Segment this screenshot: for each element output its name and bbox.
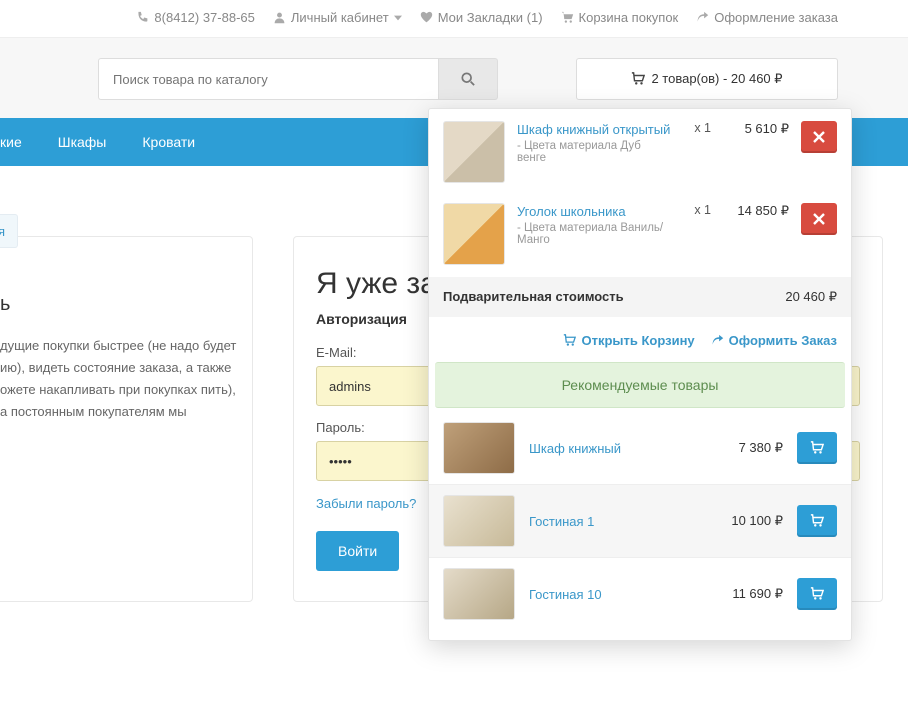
recommended-list: Шкаф книжный 7 380 ₽ Гостиная 1 10 100 ₽… xyxy=(429,412,851,640)
nav-item-shkafy[interactable]: Шкафы xyxy=(40,134,125,150)
share-icon xyxy=(696,11,709,24)
topbar-checkout-label: Оформление заказа xyxy=(714,10,838,25)
cart-item-thumb[interactable] xyxy=(443,203,505,265)
topbar-account-label: Личный кабинет xyxy=(291,10,389,25)
checkout-label: Оформить Заказ xyxy=(729,333,837,348)
cart-item-price: 5 610 ₽ xyxy=(723,121,789,137)
caret-down-icon xyxy=(394,14,402,22)
left-panel: ь дущие покупки быстрее (не надо будет и… xyxy=(0,236,253,602)
cart-item-qty: x 1 xyxy=(685,203,711,217)
breadcrumb-label: я xyxy=(0,224,5,239)
forgot-password-link[interactable]: Забыли пароль? xyxy=(316,496,416,511)
cart-icon xyxy=(810,587,824,601)
add-to-cart-button[interactable] xyxy=(797,432,837,464)
share-icon xyxy=(711,334,724,347)
recommended-price: 11 690 ₽ xyxy=(713,586,783,602)
recommended-name: Шкаф книжный xyxy=(529,440,699,456)
recommended-thumb[interactable] xyxy=(443,422,515,474)
search-icon xyxy=(461,72,475,86)
cart-icon xyxy=(563,334,576,347)
recommended-link[interactable]: Гостиная 1 xyxy=(529,514,594,529)
close-icon xyxy=(813,131,825,143)
topbar-phone-label: 8(8412) 37-88-65 xyxy=(154,10,254,25)
cart-item-qty: x 1 xyxy=(685,121,711,135)
add-to-cart-button[interactable] xyxy=(797,578,837,610)
user-icon xyxy=(273,11,286,24)
subtotal-row: Подварительная стоимость 20 460 ₽ xyxy=(429,277,851,317)
recommended-name: Гостиная 1 xyxy=(529,513,699,529)
cart-icon xyxy=(810,514,824,528)
topbar-cart[interactable]: Корзина покупок xyxy=(561,10,679,25)
topbar-account[interactable]: Личный кабинет xyxy=(273,10,402,25)
subtotal-value: 20 460 ₽ xyxy=(785,289,837,305)
cart-icon xyxy=(810,441,824,455)
topbar-cart-label: Корзина покупок xyxy=(579,10,679,25)
cart-item: Шкаф книжный открытый - Цвета материала … xyxy=(429,109,851,195)
nav-item-krovati[interactable]: Кровати xyxy=(124,134,213,150)
recommended-item: Гостиная 10 11 690 ₽ xyxy=(429,558,851,630)
left-panel-heading: ь xyxy=(0,287,238,321)
topbar-checkout[interactable]: Оформление заказа xyxy=(696,10,838,25)
search-input[interactable] xyxy=(98,58,438,100)
cart-icon xyxy=(561,11,574,24)
cart-item-variant: - Цвета материала Ваниль/Манго xyxy=(517,222,673,246)
topbar: 8(8412) 37-88-65 Личный кабинет Мои Закл… xyxy=(0,0,908,38)
recommended-link[interactable]: Шкаф книжный xyxy=(529,441,621,456)
remove-button[interactable] xyxy=(801,203,837,235)
open-cart-link[interactable]: Открыть Корзину xyxy=(563,333,694,348)
add-to-cart-button[interactable] xyxy=(797,505,837,537)
topbar-wishlist[interactable]: Мои Закладки (1) xyxy=(420,10,543,25)
left-panel-text: дущие покупки быстрее (не надо будет ию)… xyxy=(0,335,238,423)
topbar-phone[interactable]: 8(8412) 37-88-65 xyxy=(136,10,254,25)
close-icon xyxy=(813,213,825,225)
nav-item-0[interactable]: кие xyxy=(0,134,40,150)
phone-icon xyxy=(136,11,149,24)
recommended-thumb[interactable] xyxy=(443,495,515,547)
topbar-wishlist-label: Мои Закладки (1) xyxy=(438,10,543,25)
search-button[interactable] xyxy=(438,58,498,100)
cart-item-link[interactable]: Уголок школьника xyxy=(517,204,626,219)
search xyxy=(98,58,498,100)
subtotal-label: Подварительная стоимость xyxy=(443,289,624,305)
heart-icon xyxy=(420,11,433,24)
open-cart-label: Открыть Корзину xyxy=(581,333,694,348)
cart-item-name: Шкаф книжный открытый - Цвета материала … xyxy=(517,121,673,164)
cart-dropdown: Шкаф книжный открытый - Цвета материала … xyxy=(428,108,852,641)
breadcrumb[interactable]: я xyxy=(0,214,18,248)
checkout-link[interactable]: Оформить Заказ xyxy=(711,333,837,348)
cart-item-variant: - Цвета материала Дуб венге xyxy=(517,140,673,164)
recommended-item: Гостиная 1 10 100 ₽ xyxy=(429,485,851,557)
recommended-item: Шкаф книжный 7 380 ₽ xyxy=(429,412,851,484)
recommended-thumb[interactable] xyxy=(443,568,515,620)
header: 2 товар(ов) - 20 460 ₽ xyxy=(0,38,908,118)
cart-item: Уголок школьника - Цвета материала Ванил… xyxy=(429,195,851,277)
cart-icon xyxy=(631,72,645,86)
cart-summary-label: 2 товар(ов) - 20 460 ₽ xyxy=(651,71,782,87)
cart-summary-button[interactable]: 2 товар(ов) - 20 460 ₽ xyxy=(576,58,838,100)
recommended-heading: Рекомендуемые товары xyxy=(435,362,845,408)
cart-item-name: Уголок школьника - Цвета материала Ванил… xyxy=(517,203,673,246)
cart-actions: Открыть Корзину Оформить Заказ xyxy=(429,317,851,362)
recommended-price: 7 380 ₽ xyxy=(713,440,783,456)
cart-item-thumb[interactable] xyxy=(443,121,505,183)
recommended-link[interactable]: Гостиная 10 xyxy=(529,587,602,602)
login-button[interactable]: Войти xyxy=(316,531,399,571)
recommended-name: Гостиная 10 xyxy=(529,586,699,602)
recommended-price: 10 100 ₽ xyxy=(713,513,783,529)
cart-item-price: 14 850 ₽ xyxy=(723,203,789,219)
cart-item-link[interactable]: Шкаф книжный открытый xyxy=(517,122,670,137)
remove-button[interactable] xyxy=(801,121,837,153)
